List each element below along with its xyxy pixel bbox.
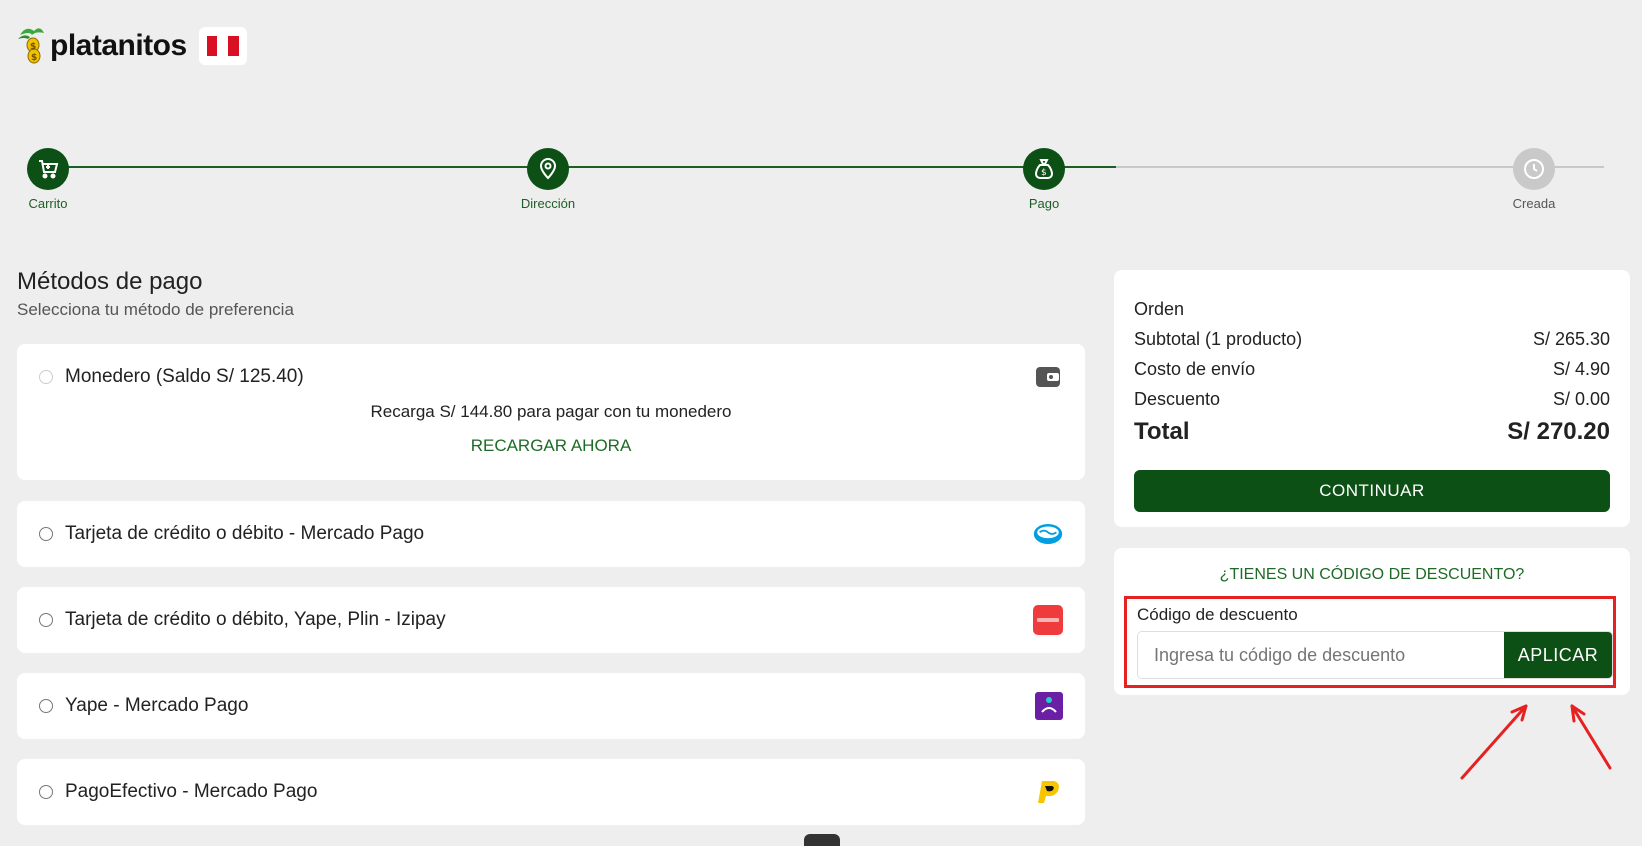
row-value: S/ 265.30: [1532, 328, 1610, 349]
money-bag-icon: $: [1023, 148, 1065, 190]
discount-highlight-box: Código de descuento APLICAR: [1124, 596, 1616, 688]
step-label: Dirección: [520, 196, 576, 211]
discount-card: ¿TIENES UN CÓDIGO DE DESCUENTO? Código d…: [1114, 548, 1630, 695]
pagoefectivo-icon: [1033, 777, 1063, 807]
step-label: Creada: [1512, 196, 1556, 211]
payment-option-label: PagoEfectivo - Mercado Pago: [65, 781, 318, 802]
mercadopago-icon: [1033, 519, 1063, 549]
svg-text:$: $: [30, 42, 36, 52]
discount-code-input[interactable]: [1138, 632, 1504, 678]
order-row-discount: Descuento S/ 0.00: [1134, 384, 1610, 414]
recharge-now-link[interactable]: RECARGAR AHORA: [17, 436, 1085, 456]
header: $ $ platanitos: [16, 24, 247, 68]
payment-option-label: Yape - Mercado Pago: [65, 695, 249, 716]
payment-methods-section: Métodos de pago Selecciona tu método de …: [17, 268, 1085, 825]
step-direccion[interactable]: Dirección: [508, 148, 588, 211]
brand-name: platanitos: [50, 29, 187, 62]
order-heading-label: Orden: [1134, 298, 1185, 319]
annotation-arrow-left: [1460, 704, 1528, 780]
step-pago[interactable]: $ Pago: [1004, 148, 1084, 211]
row-label: Descuento: [1134, 388, 1221, 409]
logo[interactable]: $ $ platanitos: [16, 23, 187, 70]
step-label: Carrito: [28, 196, 68, 211]
row-label: Subtotal (1 producto): [1134, 328, 1303, 349]
country-flag[interactable]: [198, 27, 247, 65]
clock-icon: [1513, 148, 1555, 190]
yape-icon: [1035, 692, 1063, 720]
discount-input-group: APLICAR: [1137, 631, 1613, 679]
payment-option-label: Tarjeta de crédito o débito - Mercado Pa…: [65, 523, 425, 544]
payment-option-mercadopago-card[interactable]: Tarjeta de crédito o débito - Mercado Pa…: [17, 501, 1085, 567]
radio-button[interactable]: [39, 613, 53, 627]
scroll-handle[interactable]: [804, 834, 840, 846]
checkout-stepper: Carrito Dirección $ Pago Creada: [26, 148, 1628, 211]
step-creada[interactable]: Creada: [1494, 148, 1574, 211]
order-summary-card: Orden Subtotal (1 producto) S/ 265.30 Co…: [1114, 270, 1630, 527]
order-row-subtotal: Subtotal (1 producto) S/ 265.30: [1134, 324, 1610, 354]
radio-button[interactable]: [39, 785, 53, 799]
payment-option-label: Tarjeta de crédito o débito, Yape, Plin …: [65, 609, 446, 630]
continue-button[interactable]: CONTINUAR: [1134, 470, 1610, 512]
discount-title[interactable]: ¿TIENES UN CÓDIGO DE DESCUENTO?: [1114, 566, 1630, 584]
annotation-arrow-right: [1570, 704, 1612, 770]
row-value: S/ 0.00: [1552, 388, 1610, 409]
row-label: Costo de envío: [1134, 358, 1256, 379]
step-carrito[interactable]: Carrito: [8, 148, 88, 211]
row-value: S/ 4.90: [1552, 358, 1610, 379]
radio-button[interactable]: [39, 527, 53, 541]
svg-text:$: $: [31, 53, 37, 63]
location-pin-icon: [527, 148, 569, 190]
cart-icon: [27, 148, 69, 190]
payment-option-pagoefectivo[interactable]: PagoEfectivo - Mercado Pago: [17, 759, 1085, 825]
order-total: Total S/ 270.20: [1134, 414, 1610, 450]
izipay-icon: [1033, 605, 1063, 635]
wallet-icon: [1033, 362, 1063, 392]
wallet-radio[interactable]: [39, 370, 53, 384]
svg-text:$: $: [1041, 168, 1047, 178]
radio-button[interactable]: [39, 699, 53, 713]
apply-button[interactable]: APLICAR: [1504, 632, 1612, 678]
payment-option-izipay[interactable]: Tarjeta de crédito o débito, Yape, Plin …: [17, 587, 1085, 653]
order-row-shipping: Costo de envío S/ 4.90: [1134, 354, 1610, 384]
discount-field-label: Código de descuento: [1137, 605, 1298, 624]
total-label: Total: [1134, 418, 1190, 445]
step-label: Pago: [1028, 196, 1060, 211]
page-title: Métodos de pago: [17, 268, 203, 295]
order-heading: Orden: [1134, 294, 1610, 324]
wallet-recharge-message: Recarga S/ 144.80 para pagar con tu mone…: [370, 402, 732, 421]
payment-option-yape[interactable]: Yape - Mercado Pago: [17, 673, 1085, 739]
page-subtitle: Selecciona tu método de preferencia: [17, 300, 294, 319]
payment-option-wallet: Monedero (Saldo S/ 125.40) Recarga S/ 14…: [17, 344, 1085, 480]
wallet-label: Monedero (Saldo S/ 125.40): [65, 366, 304, 387]
peru-flag-icon: [206, 36, 239, 56]
total-value: S/ 270.20: [1507, 418, 1610, 445]
banana-logo-icon: $ $: [16, 23, 46, 70]
annotation-arrows: [1460, 704, 1612, 780]
